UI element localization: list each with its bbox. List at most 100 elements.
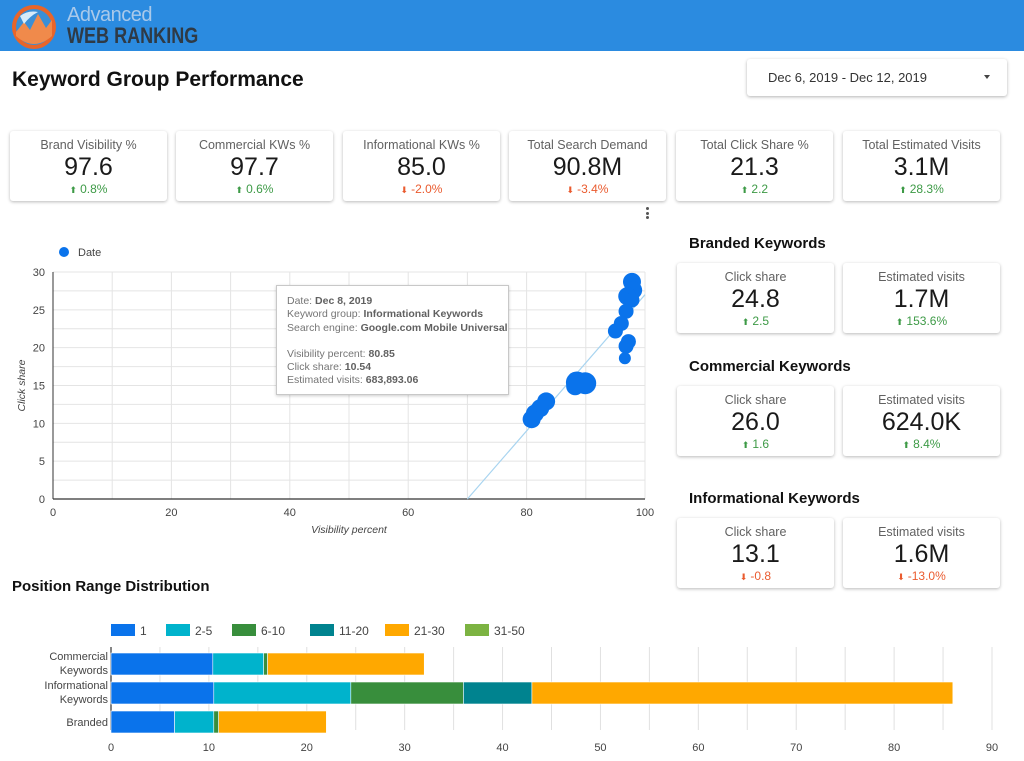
dropdown-caret-icon	[984, 75, 990, 79]
scatter-point	[522, 410, 541, 429]
bar-segment	[110, 652, 214, 676]
top-bar: Advanced WEB RANKING	[0, 0, 1024, 51]
bar-segment	[267, 652, 425, 676]
logo-icon[interactable]	[8, 2, 60, 50]
kpi-value: 21.3	[730, 153, 779, 181]
kpi-value: 3.1M	[893, 153, 950, 181]
group-title: Informational Keywords	[689, 490, 860, 507]
group-metric-card: Estimated visits 624.0K ⬆ 8.4%	[843, 386, 1000, 456]
scatter-point	[566, 377, 585, 396]
x-tick-label: 100	[636, 507, 654, 519]
bar-segment	[213, 710, 219, 734]
bar-segment	[110, 710, 175, 734]
x-tick-label: 60	[402, 507, 414, 519]
kpi-delta: ⬆ 28.3%	[843, 182, 1000, 196]
x-axis-label: Visibility percent	[311, 524, 388, 536]
kpi-delta-value: 0.8%	[80, 182, 108, 196]
kpi-delta-value: 28.3%	[909, 182, 944, 196]
x-tick-label: 20	[301, 742, 313, 754]
metric-delta-value: 153.6%	[906, 314, 948, 328]
y-tick-label: 30	[33, 267, 45, 279]
arrow-up-icon: ⬆	[899, 185, 907, 195]
kpi-card: Informational KWs % 85.0 ⬇ -2.0%	[343, 131, 500, 201]
position-range-title: Position Range Distribution	[12, 578, 210, 595]
metric-label: Estimated visits	[878, 393, 965, 407]
legend-label: 11-20	[339, 624, 369, 638]
x-tick-label: 70	[790, 742, 802, 754]
kpi-value: 90.8M	[552, 153, 623, 181]
kpi-label: Total Estimated Visits	[862, 138, 981, 152]
metric-value: 13.1	[731, 540, 780, 568]
more-options-icon[interactable]	[643, 207, 651, 221]
tooltip-engine: Search engine: Google.com Mobile Univers…	[287, 321, 508, 334]
legend-swatch	[385, 624, 409, 636]
kpi-delta: ⬇ -2.0%	[343, 182, 500, 196]
metric-label: Estimated visits	[878, 270, 965, 284]
x-tick-label: 10	[203, 742, 215, 754]
metric-delta-value: 1.6	[752, 437, 770, 451]
kpi-value: 97.7	[230, 153, 279, 181]
group-metric-card: Click share 26.0 ⬆ 1.6	[677, 386, 834, 456]
metric-value: 1.6M	[893, 540, 950, 568]
arrow-down-icon: ⬇	[897, 572, 905, 582]
arrow-up-icon: ⬆	[741, 440, 750, 450]
group-metric-card: Estimated visits 1.7M ⬆ 153.6%	[843, 263, 1000, 333]
legend-label: 2-5	[195, 624, 213, 638]
metric-label: Click share	[724, 270, 787, 284]
metric-delta-value: -0.8	[750, 569, 772, 583]
bar-segment	[110, 681, 215, 705]
x-tick-label: 30	[399, 742, 411, 754]
bar-segment	[350, 681, 464, 705]
arrow-down-icon: ⬇	[566, 185, 575, 195]
arrow-up-icon: ⬆	[740, 185, 749, 195]
x-tick-label: 80	[520, 507, 532, 519]
legend-label: 31-50	[494, 624, 525, 638]
legend-label: 6-10	[261, 624, 285, 638]
x-tick-label: 40	[496, 742, 508, 754]
y-tick-label: 0	[39, 494, 45, 506]
metric-value: 624.0K	[881, 408, 962, 436]
bar-segment	[212, 652, 265, 676]
kpi-card: Total Click Share % 21.3 ⬆ 2.2	[676, 131, 833, 201]
group-metric-card: Click share 13.1 ⬇ -0.8	[677, 518, 834, 588]
metric-delta-value: 2.5	[752, 314, 770, 328]
kpi-value: 97.6	[64, 153, 113, 181]
y-tick-label: 5	[39, 456, 45, 468]
bar-segment	[218, 710, 327, 734]
metric-delta: ⬆ 2.5	[677, 314, 834, 328]
date-range-picker[interactable]: Dec 6, 2019 - Dec 12, 2019	[747, 59, 1007, 96]
metric-delta-value: -13.0%	[907, 569, 946, 583]
x-tick-label: 20	[165, 507, 177, 519]
group-title: Commercial Keywords	[689, 358, 851, 375]
kpi-delta: ⬇ -3.4%	[509, 182, 666, 196]
chart-tooltip: Date: Dec 8, 2019 Keyword group: Informa…	[276, 285, 509, 395]
x-tick-label: 50	[594, 742, 606, 754]
metric-label: Click share	[724, 393, 787, 407]
arrow-up-icon: ⬆	[895, 317, 904, 327]
tooltip-visibility: Visibility percent: 80.85	[287, 347, 395, 360]
group-metric-card: Estimated visits 1.6M ⬇ -13.0%	[843, 518, 1000, 588]
y-tick-label: 20	[33, 343, 45, 355]
legend-label: 1	[140, 624, 147, 638]
category-label: Branded	[66, 717, 108, 729]
metric-value: 26.0	[731, 408, 780, 436]
group-title: Branded Keywords	[689, 235, 826, 252]
position-range-chart: 1 2-5 6-10 11-20 21-30 31-50 Commercial Keyword…	[44, 624, 998, 754]
x-tick-label: 90	[986, 742, 998, 754]
kpi-label: Brand Visibility %	[40, 138, 137, 152]
metric-value: 24.8	[731, 285, 780, 313]
category-label: Keywords	[60, 694, 109, 706]
y-tick-label: 10	[33, 418, 45, 430]
bar-segment	[174, 710, 215, 734]
metric-delta: ⬆ 1.6	[677, 437, 834, 451]
arrow-down-icon: ⬇	[400, 185, 409, 195]
kpi-delta-value: 2.2	[751, 182, 769, 196]
arrow-down-icon: ⬇	[739, 572, 748, 582]
group-metric-card: Click share 24.8 ⬆ 2.5	[677, 263, 834, 333]
kpi-delta-value: -3.4%	[577, 182, 609, 196]
bar-segment	[263, 652, 268, 676]
tooltip-group: Keyword group: Informational Keywords	[287, 308, 484, 321]
kpi-delta: ⬆ 0.8%	[10, 182, 167, 196]
metric-delta: ⬇ -13.0%	[843, 569, 1000, 583]
kpi-card: Total Search Demand 90.8M ⬇ -3.4%	[509, 131, 666, 201]
